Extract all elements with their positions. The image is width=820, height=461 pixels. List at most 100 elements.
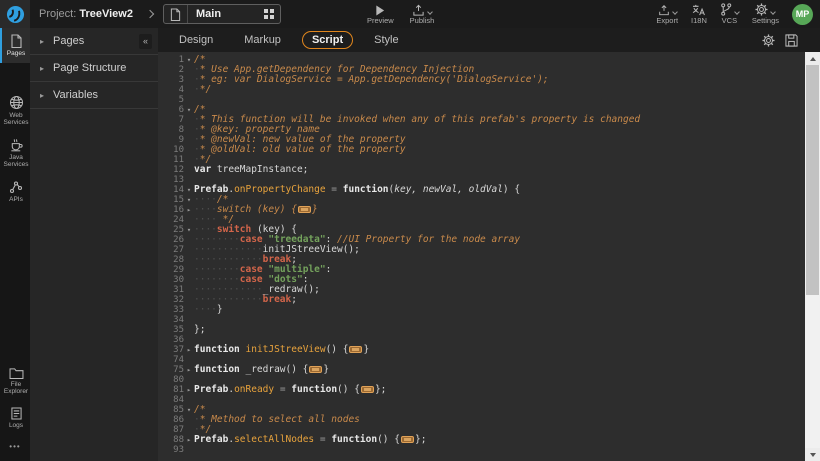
fold-toggle-icon[interactable]: ▸: [184, 365, 194, 375]
sidebar-item-logs[interactable]: Logs: [0, 401, 30, 435]
logs-icon: [11, 407, 22, 420]
code-text: function _redraw() {}: [194, 365, 329, 375]
sidebar-item-java-services[interactable]: Java Services: [0, 132, 30, 174]
sidebar-item-web-services[interactable]: Web Services: [0, 89, 30, 132]
line-number: 88: [158, 435, 184, 445]
publish-button[interactable]: Publish: [410, 3, 435, 25]
line-number: 8: [158, 125, 184, 135]
web-services-icon: [9, 95, 24, 110]
line-number: 16: [158, 205, 184, 215]
line-number: 29: [158, 265, 184, 275]
page-selector[interactable]: Main: [163, 4, 281, 24]
fold-gutter: [184, 175, 194, 185]
preview-button[interactable]: Preview: [367, 3, 394, 25]
code-line: 84: [158, 395, 820, 405]
code-text: };: [194, 325, 205, 335]
editor-settings-gear-icon[interactable]: [762, 34, 775, 47]
code-editor[interactable]: 1▾/*2·* Use App.getDependency for Depend…: [158, 52, 820, 461]
line-number: 9: [158, 135, 184, 145]
fold-gutter: [184, 415, 194, 425]
fold-gutter: [184, 85, 194, 95]
editor-tab-bar: Design Markup Script Style: [158, 28, 820, 52]
fold-gutter: [184, 305, 194, 315]
sidebar-item-pages[interactable]: Pages: [0, 28, 30, 63]
folded-code-icon[interactable]: [361, 386, 374, 393]
code-line: 86·* Method to select all nodes: [158, 415, 820, 425]
line-number: 36: [158, 335, 184, 345]
code-line: 14▾Prefab.onPropertyChange = function(ke…: [158, 185, 820, 195]
fold-gutter: [184, 295, 194, 305]
code-line: 4·*/: [158, 85, 820, 95]
fold-gutter: [184, 275, 194, 285]
fold-toggle-icon[interactable]: ▾: [184, 405, 194, 415]
user-avatar[interactable]: MP: [792, 4, 813, 25]
fold-toggle-icon[interactable]: ▸: [184, 385, 194, 395]
accordion-page-structure[interactable]: ▸ Page Structure: [30, 55, 158, 82]
fold-toggle-icon[interactable]: ▾: [184, 105, 194, 115]
folded-code-icon[interactable]: [349, 346, 362, 353]
code-text: ····}: [194, 305, 223, 315]
explorer-panel: ▸ Pages « ▸ Page Structure ▸ Variables: [30, 28, 158, 461]
tab-design[interactable]: Design: [169, 31, 223, 49]
line-number: 24: [158, 215, 184, 225]
sidebar-item-apis[interactable]: APIs: [0, 174, 30, 209]
tab-style[interactable]: Style: [364, 31, 408, 49]
sidebar-item-file-explorer[interactable]: File Explorer: [0, 361, 30, 401]
export-label: Export: [656, 16, 678, 25]
breadcrumb-chevron-icon: [146, 10, 154, 18]
scroll-up-button[interactable]: [805, 52, 820, 65]
folded-code-icon[interactable]: [401, 436, 414, 443]
export-button[interactable]: Export: [656, 3, 678, 25]
vcs-button[interactable]: VCS: [720, 3, 739, 25]
tab-script[interactable]: Script: [302, 31, 353, 49]
code-text: Prefab.onPropertyChange = function(key, …: [194, 185, 520, 195]
line-number: 27: [158, 245, 184, 255]
more-options-icon[interactable]: •••: [0, 434, 30, 461]
fold-toggle-icon[interactable]: ▾: [184, 185, 194, 195]
fold-gutter: [184, 445, 194, 455]
accordion-pages[interactable]: ▸ Pages «: [30, 28, 158, 55]
fold-toggle-icon[interactable]: ▾: [184, 55, 194, 65]
panel-collapse-button[interactable]: «: [139, 34, 152, 49]
fold-toggle-icon[interactable]: ▾: [184, 195, 194, 205]
left-icon-rail: Pages Web Services Java Services APIs Fi…: [0, 28, 30, 461]
fold-toggle-icon[interactable]: ▸: [184, 345, 194, 355]
line-number: 81: [158, 385, 184, 395]
line-number: 26: [158, 235, 184, 245]
fold-toggle-icon[interactable]: ▸: [184, 205, 194, 215]
folded-code-icon[interactable]: [298, 206, 311, 213]
save-icon[interactable]: [785, 34, 798, 47]
code-line: 75▸function _redraw() {}: [158, 365, 820, 375]
line-number: 93: [158, 445, 184, 455]
line-number: 87: [158, 425, 184, 435]
chevron-down-icon: [672, 9, 678, 15]
scroll-down-button[interactable]: [805, 448, 820, 461]
rail-label: File Explorer: [4, 381, 28, 396]
line-number: 28: [158, 255, 184, 265]
code-line: 34: [158, 315, 820, 325]
fold-toggle-icon[interactable]: ▾: [184, 225, 194, 235]
fold-gutter: [184, 395, 194, 405]
scrollbar-thumb[interactable]: [806, 65, 819, 295]
fold-toggle-icon[interactable]: ▸: [184, 435, 194, 445]
code-line: 35};: [158, 325, 820, 335]
fold-gutter: [184, 65, 194, 75]
i18n-button[interactable]: I18N: [691, 3, 707, 25]
editor-scrollbar[interactable]: [805, 52, 820, 461]
fold-gutter: [184, 315, 194, 325]
page-icon: [164, 5, 188, 23]
accordion-variables[interactable]: ▸ Variables: [30, 82, 158, 109]
line-number: 14: [158, 185, 184, 195]
folded-code-icon[interactable]: [309, 366, 322, 373]
line-number: 11: [158, 155, 184, 165]
tab-markup[interactable]: Markup: [234, 31, 291, 49]
page-selector-value: Main: [188, 8, 258, 20]
fold-gutter: [184, 245, 194, 255]
pages-icon: [10, 34, 23, 48]
settings-button[interactable]: Settings: [752, 3, 779, 25]
app-logo[interactable]: [0, 0, 30, 28]
grid-icon[interactable]: [258, 9, 280, 19]
line-number: 12: [158, 165, 184, 175]
chevron-down-icon: [427, 9, 433, 15]
rail-label: Java Services: [4, 154, 29, 169]
